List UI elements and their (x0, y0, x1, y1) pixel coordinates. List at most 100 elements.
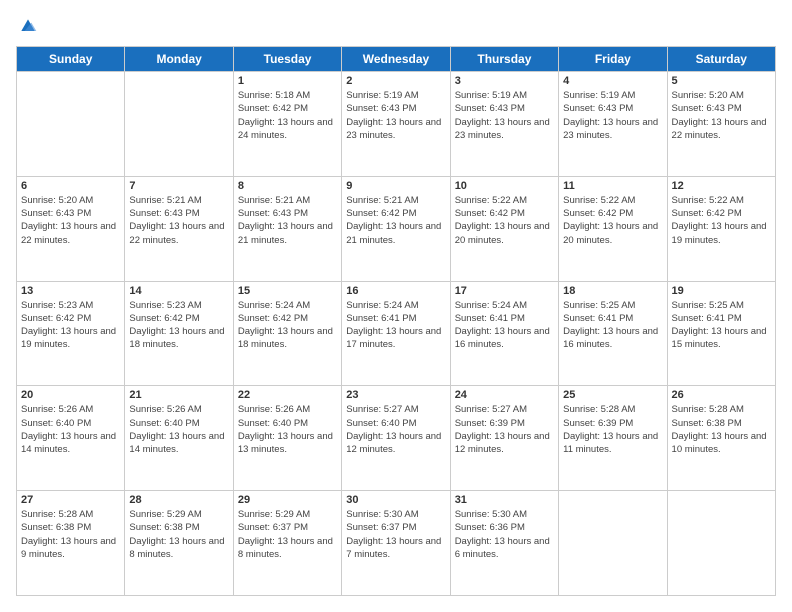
calendar-cell (667, 491, 775, 596)
day-number: 27 (21, 494, 120, 506)
day-number: 20 (21, 389, 120, 401)
calendar-cell: 7Sunrise: 5:21 AM Sunset: 6:43 PM Daylig… (125, 176, 233, 281)
calendar-cell: 1 Sunrise: 5:18 AM Sunset: 6:42 PM Daylig… (233, 72, 341, 177)
calendar-cell: 2 Sunrise: 5:19 AM Sunset: 6:43 PM Daylig… (342, 72, 450, 177)
day-info: Sunrise: 5:20 AM Sunset: 6:43 PM Dayligh… (672, 89, 771, 142)
day-number: 29 (238, 494, 337, 506)
calendar-cell: 14 Sunrise: 5:23 AM Sunset: 6:42 PM Dayli… (125, 281, 233, 386)
day-info: Sunrise: 5:22 AM Sunset: 6:42 PM Dayligh… (672, 194, 771, 247)
day-number: 25 (563, 389, 662, 401)
day-number: 22 (238, 389, 337, 401)
day-number: 17 (455, 285, 554, 297)
calendar-cell: 19Sunrise: 5:25 AM Sunset: 6:41 PM Dayli… (667, 281, 775, 386)
calendar-cell: 24 Sunrise: 5:27 AM Sunset: 6:39 PM Dayli… (450, 386, 558, 491)
calendar-cell: 25 Sunrise: 5:28 AM Sunset: 6:39 PM Dayli… (559, 386, 667, 491)
day-info: Sunrise: 5:26 AM Sunset: 6:40 PM Dayligh… (238, 403, 337, 456)
day-info: Sunrise: 5:19 AM Sunset: 6:43 PM Dayligh… (563, 89, 662, 142)
calendar-cell (17, 72, 125, 177)
day-info: Sunrise: 5:27 AM Sunset: 6:40 PM Dayligh… (346, 403, 445, 456)
day-number: 15 (238, 285, 337, 297)
day-number: 14 (129, 285, 228, 297)
calendar-cell: 18 Sunrise: 5:25 AM Sunset: 6:41 PM Dayli… (559, 281, 667, 386)
day-info: Sunrise: 5:18 AM Sunset: 6:42 PM Dayligh… (238, 89, 337, 142)
header-thursday: Thursday (450, 47, 558, 72)
calendar-cell: 13Sunrise: 5:23 AM Sunset: 6:42 PM Dayli… (17, 281, 125, 386)
calendar-cell: 27 Sunrise: 5:28 AM Sunset: 6:38 PM Dayli… (17, 491, 125, 596)
calendar-cell (125, 72, 233, 177)
calendar-cell: 23 Sunrise: 5:27 AM Sunset: 6:40 PM Dayli… (342, 386, 450, 491)
day-number: 26 (672, 389, 771, 401)
day-number: 4 (563, 75, 662, 87)
calendar-cell: 8Sunrise: 5:21 AM Sunset: 6:43 PM Daylig… (233, 176, 341, 281)
header (16, 16, 776, 36)
day-info: Sunrise: 5:30 AM Sunset: 6:37 PM Dayligh… (346, 508, 445, 561)
calendar-cell: 30 Sunrise: 5:30 AM Sunset: 6:37 PM Dayli… (342, 491, 450, 596)
calendar-week-row: 13Sunrise: 5:23 AM Sunset: 6:42 PM Dayli… (17, 281, 776, 386)
day-info: Sunrise: 5:21 AM Sunset: 6:43 PM Dayligh… (129, 194, 228, 247)
day-number: 5 (672, 75, 771, 87)
calendar-week-row: 6 Sunrise: 5:20 AM Sunset: 6:43 PM Daylig… (17, 176, 776, 281)
day-info: Sunrise: 5:27 AM Sunset: 6:39 PM Dayligh… (455, 403, 554, 456)
day-info: Sunrise: 5:26 AM Sunset: 6:40 PM Dayligh… (21, 403, 120, 456)
day-number: 8 (238, 180, 337, 192)
day-number: 12 (672, 180, 771, 192)
day-number: 10 (455, 180, 554, 192)
day-number: 1 (238, 75, 337, 87)
day-info: Sunrise: 5:23 AM Sunset: 6:42 PM Dayligh… (129, 299, 228, 352)
day-number: 24 (455, 389, 554, 401)
day-number: 11 (563, 180, 662, 192)
calendar-cell: 11 Sunrise: 5:22 AM Sunset: 6:42 PM Dayli… (559, 176, 667, 281)
day-number: 18 (563, 285, 662, 297)
day-number: 21 (129, 389, 228, 401)
day-info: Sunrise: 5:19 AM Sunset: 6:43 PM Dayligh… (455, 89, 554, 142)
day-number: 16 (346, 285, 445, 297)
day-info: Sunrise: 5:25 AM Sunset: 6:41 PM Dayligh… (672, 299, 771, 352)
calendar: Sunday Monday Tuesday Wednesday Thursday… (16, 46, 776, 596)
calendar-cell: 5 Sunrise: 5:20 AM Sunset: 6:43 PM Daylig… (667, 72, 775, 177)
day-info: Sunrise: 5:28 AM Sunset: 6:39 PM Dayligh… (563, 403, 662, 456)
day-number: 6 (21, 180, 120, 192)
calendar-cell: 26 Sunrise: 5:28 AM Sunset: 6:38 PM Dayli… (667, 386, 775, 491)
day-info: Sunrise: 5:25 AM Sunset: 6:41 PM Dayligh… (563, 299, 662, 352)
day-number: 30 (346, 494, 445, 506)
day-number: 3 (455, 75, 554, 87)
calendar-cell: 17Sunrise: 5:24 AM Sunset: 6:41 PM Dayli… (450, 281, 558, 386)
day-info: Sunrise: 5:22 AM Sunset: 6:42 PM Dayligh… (455, 194, 554, 247)
day-info: Sunrise: 5:23 AM Sunset: 6:42 PM Dayligh… (21, 299, 120, 352)
calendar-cell: 21 Sunrise: 5:26 AM Sunset: 6:40 PM Dayli… (125, 386, 233, 491)
calendar-cell: 15 Sunrise: 5:24 AM Sunset: 6:42 PM Dayli… (233, 281, 341, 386)
day-info: Sunrise: 5:24 AM Sunset: 6:41 PM Dayligh… (346, 299, 445, 352)
calendar-cell: 22 Sunrise: 5:26 AM Sunset: 6:40 PM Dayli… (233, 386, 341, 491)
calendar-cell: 29Sunrise: 5:29 AM Sunset: 6:37 PM Dayli… (233, 491, 341, 596)
calendar-week-row: 20 Sunrise: 5:26 AM Sunset: 6:40 PM Dayli… (17, 386, 776, 491)
header-monday: Monday (125, 47, 233, 72)
day-info: Sunrise: 5:21 AM Sunset: 6:42 PM Dayligh… (346, 194, 445, 247)
day-info: Sunrise: 5:19 AM Sunset: 6:43 PM Dayligh… (346, 89, 445, 142)
logo (16, 16, 38, 36)
header-friday: Friday (559, 47, 667, 72)
day-number: 9 (346, 180, 445, 192)
day-number: 23 (346, 389, 445, 401)
day-info: Sunrise: 5:29 AM Sunset: 6:38 PM Dayligh… (129, 508, 228, 561)
header-wednesday: Wednesday (342, 47, 450, 72)
calendar-cell: 9 Sunrise: 5:21 AM Sunset: 6:42 PM Daylig… (342, 176, 450, 281)
day-number: 28 (129, 494, 228, 506)
calendar-cell: 16 Sunrise: 5:24 AM Sunset: 6:41 PM Dayli… (342, 281, 450, 386)
day-info: Sunrise: 5:26 AM Sunset: 6:40 PM Dayligh… (129, 403, 228, 456)
day-info: Sunrise: 5:28 AM Sunset: 6:38 PM Dayligh… (672, 403, 771, 456)
header-saturday: Saturday (667, 47, 775, 72)
header-tuesday: Tuesday (233, 47, 341, 72)
day-info: Sunrise: 5:20 AM Sunset: 6:43 PM Dayligh… (21, 194, 120, 247)
calendar-cell: 28 Sunrise: 5:29 AM Sunset: 6:38 PM Dayli… (125, 491, 233, 596)
logo-icon (18, 16, 38, 36)
calendar-cell: 3 Sunrise: 5:19 AM Sunset: 6:43 PM Daylig… (450, 72, 558, 177)
day-info: Sunrise: 5:24 AM Sunset: 6:42 PM Dayligh… (238, 299, 337, 352)
calendar-week-row: 1 Sunrise: 5:18 AM Sunset: 6:42 PM Daylig… (17, 72, 776, 177)
day-info: Sunrise: 5:28 AM Sunset: 6:38 PM Dayligh… (21, 508, 120, 561)
calendar-cell: 20 Sunrise: 5:26 AM Sunset: 6:40 PM Dayli… (17, 386, 125, 491)
day-info: Sunrise: 5:22 AM Sunset: 6:42 PM Dayligh… (563, 194, 662, 247)
day-info: Sunrise: 5:30 AM Sunset: 6:36 PM Dayligh… (455, 508, 554, 561)
calendar-header-row: Sunday Monday Tuesday Wednesday Thursday… (17, 47, 776, 72)
day-number: 2 (346, 75, 445, 87)
day-number: 31 (455, 494, 554, 506)
